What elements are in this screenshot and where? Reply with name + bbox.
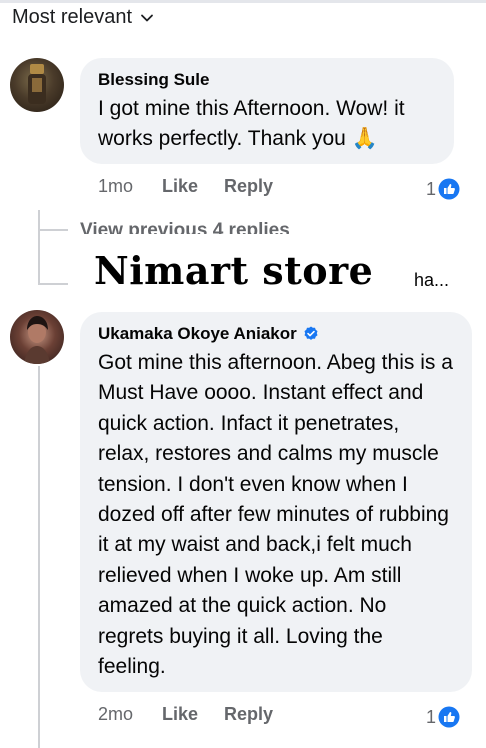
divider [0, 0, 486, 3]
reaction-count[interactable]: 1 [426, 178, 460, 200]
view-previous-replies-link[interactable]: View previous 4 replies [80, 216, 340, 234]
like-button[interactable]: Like [162, 176, 224, 197]
sort-label: Most relevant [12, 6, 133, 28]
verified-badge-icon [304, 326, 318, 340]
thread-line [38, 210, 40, 284]
comment-bubble: Blessing Sule I got mine this Afternoon.… [80, 58, 454, 164]
avatar-image [24, 316, 50, 364]
like-button[interactable]: Like [162, 704, 224, 725]
comment-text: Got mine this afternoon. Abeg this is a … [98, 351, 453, 679]
thread-branch [38, 283, 68, 285]
avatar[interactable] [10, 310, 64, 364]
watermark: Nimart store [94, 248, 374, 293]
comment-text: I got mine this Afternoon. Wow! it works… [98, 97, 405, 151]
chevron-down-icon [141, 14, 153, 21]
comment-time[interactable]: 1mo [98, 176, 162, 197]
comment-actions: 1mo Like Reply [98, 176, 273, 197]
sort-dropdown[interactable]: Most relevant [12, 6, 154, 29]
comments-page: Most relevant Blessing Sule I got mine t… [0, 0, 486, 748]
thread-line [38, 366, 40, 748]
reply-button[interactable]: Reply [224, 176, 273, 197]
reaction-number: 1 [426, 706, 437, 727]
avatar[interactable] [10, 58, 64, 112]
author-name[interactable]: Ukamaka Okoye Aniakor [98, 324, 297, 344]
author-name[interactable]: Blessing Sule [98, 70, 209, 90]
thread-branch [38, 229, 68, 231]
reply-snippet[interactable]: ha... [414, 270, 449, 291]
comment-bubble: Ukamaka Okoye Aniakor Got mine this afte… [80, 312, 472, 692]
reply-button[interactable]: Reply [224, 704, 273, 725]
avatar-image [28, 64, 46, 104]
comment-author[interactable]: Ukamaka Okoye Aniakor [98, 324, 454, 344]
reaction-number: 1 [426, 178, 437, 199]
reaction-count[interactable]: 1 [426, 706, 460, 728]
like-reaction-icon [438, 706, 460, 728]
comment-author[interactable]: Blessing Sule [98, 70, 436, 90]
like-reaction-icon [438, 178, 460, 200]
comment-actions: 2mo Like Reply [98, 704, 273, 725]
comment-time[interactable]: 2mo [98, 704, 162, 725]
